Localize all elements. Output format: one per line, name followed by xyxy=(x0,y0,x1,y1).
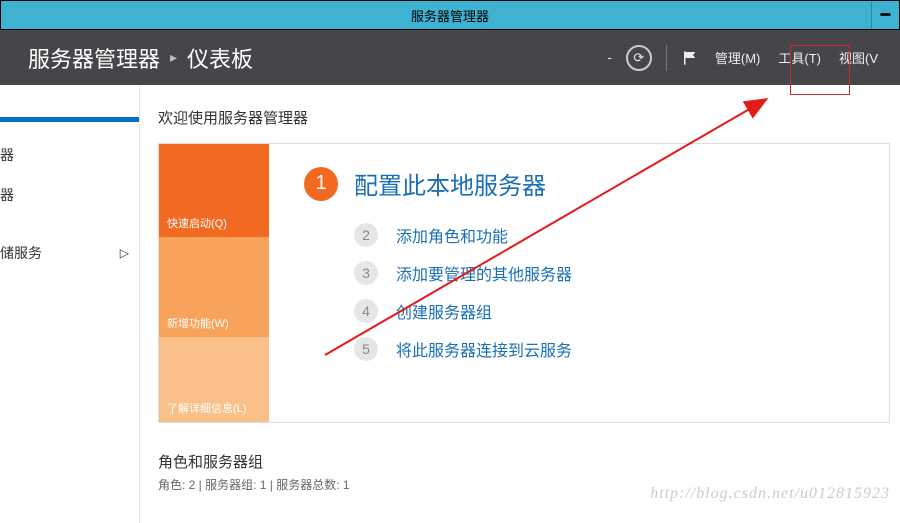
minimize-button[interactable]: ━ xyxy=(871,1,899,29)
tab-label: 快速启动(Q) xyxy=(167,215,227,231)
sidebar: 器 器 储服务 ▷ xyxy=(0,85,140,523)
tab-quickstart[interactable]: 快速启动(Q) xyxy=(159,144,269,237)
app-header: 服务器管理器 ▸ 仪表板 - ⟳ 管理(M) 工具(T) 视图(V xyxy=(0,30,900,85)
step-label: 将此服务器连接到云服务 xyxy=(396,337,572,361)
sidebar-item-label: 器 xyxy=(0,145,14,165)
window-controls: ━ xyxy=(871,1,899,29)
step-label: 创建服务器组 xyxy=(396,299,492,323)
chevron-right-icon: ▸ xyxy=(170,49,177,66)
chevron-right-icon: ▷ xyxy=(120,246,129,260)
step-label: 添加角色和功能 xyxy=(396,223,508,247)
quickstart-steps: 1 配置此本地服务器 2 添加角色和功能 3 添加要管理的其他服务器 4 创建服… xyxy=(269,144,889,422)
quickstart-tile: 快速启动(Q) 新增功能(W) 了解详细信息(L) 1 配置此本地服务器 2 添… xyxy=(158,143,890,423)
step-number-badge: 1 xyxy=(304,167,338,201)
tab-label: 新增功能(W) xyxy=(167,315,229,331)
step-add-roles[interactable]: 2 添加角色和功能 xyxy=(354,223,859,247)
step-number-badge: 2 xyxy=(354,223,378,247)
step-create-group[interactable]: 4 创建服务器组 xyxy=(354,299,859,323)
roles-groups-section: 角色和服务器组 角色: 2 | 服务器组: 1 | 服务器总数: 1 xyxy=(158,451,890,493)
quickstart-left-tabs: 快速启动(Q) 新增功能(W) 了解详细信息(L) xyxy=(159,144,269,422)
menu-manage[interactable]: 管理(M) xyxy=(713,44,763,71)
dash-separator: - xyxy=(608,50,612,65)
tab-learnmore[interactable]: 了解详细信息(L) xyxy=(159,337,269,422)
breadcrumb: 服务器管理器 ▸ 仪表板 xyxy=(28,42,253,74)
window-titlebar: 服务器管理器 ━ xyxy=(0,0,900,30)
sidebar-item[interactable]: 器 xyxy=(0,175,139,215)
window-title: 服务器管理器 xyxy=(411,6,489,25)
flag-icon xyxy=(681,49,699,67)
step-number-badge: 5 xyxy=(354,337,378,361)
step-connect-cloud[interactable]: 5 将此服务器连接到云服务 xyxy=(354,337,859,361)
main-content: 欢迎使用服务器管理器 快速启动(Q) 新增功能(W) 了解详细信息(L) 1 配… xyxy=(140,85,900,523)
step-add-servers[interactable]: 3 添加要管理的其他服务器 xyxy=(354,261,859,285)
notifications-button[interactable] xyxy=(681,49,699,67)
tab-whatsnew[interactable]: 新增功能(W) xyxy=(159,237,269,338)
sidebar-item[interactable]: 器 xyxy=(0,135,139,175)
refresh-icon: ⟳ xyxy=(626,45,652,71)
step-number-badge: 3 xyxy=(354,261,378,285)
section-title: 角色和服务器组 xyxy=(158,451,890,472)
welcome-heading: 欢迎使用服务器管理器 xyxy=(158,107,890,128)
menu-view[interactable]: 视图(V xyxy=(837,44,880,71)
breadcrumb-current: 仪表板 xyxy=(187,42,253,74)
refresh-button[interactable]: ⟳ xyxy=(626,45,652,71)
sidebar-selection-bar xyxy=(0,117,139,122)
step-number-badge: 4 xyxy=(354,299,378,323)
menu-tools[interactable]: 工具(T) xyxy=(776,44,823,71)
header-controls: - ⟳ 管理(M) 工具(T) 视图(V xyxy=(608,44,880,71)
step-label: 添加要管理的其他服务器 xyxy=(396,261,572,285)
sidebar-item-label: 器 xyxy=(0,185,14,205)
tab-label: 了解详细信息(L) xyxy=(167,400,246,416)
step-configure-local[interactable]: 1 配置此本地服务器 xyxy=(304,166,859,201)
separator xyxy=(666,45,667,71)
step-label: 配置此本地服务器 xyxy=(354,166,546,201)
breadcrumb-root[interactable]: 服务器管理器 xyxy=(28,42,160,74)
section-subtitle: 角色: 2 | 服务器组: 1 | 服务器总数: 1 xyxy=(158,476,890,493)
sidebar-item-storage[interactable]: 储服务 ▷ xyxy=(0,233,139,273)
sidebar-item-label: 储服务 xyxy=(0,243,42,263)
